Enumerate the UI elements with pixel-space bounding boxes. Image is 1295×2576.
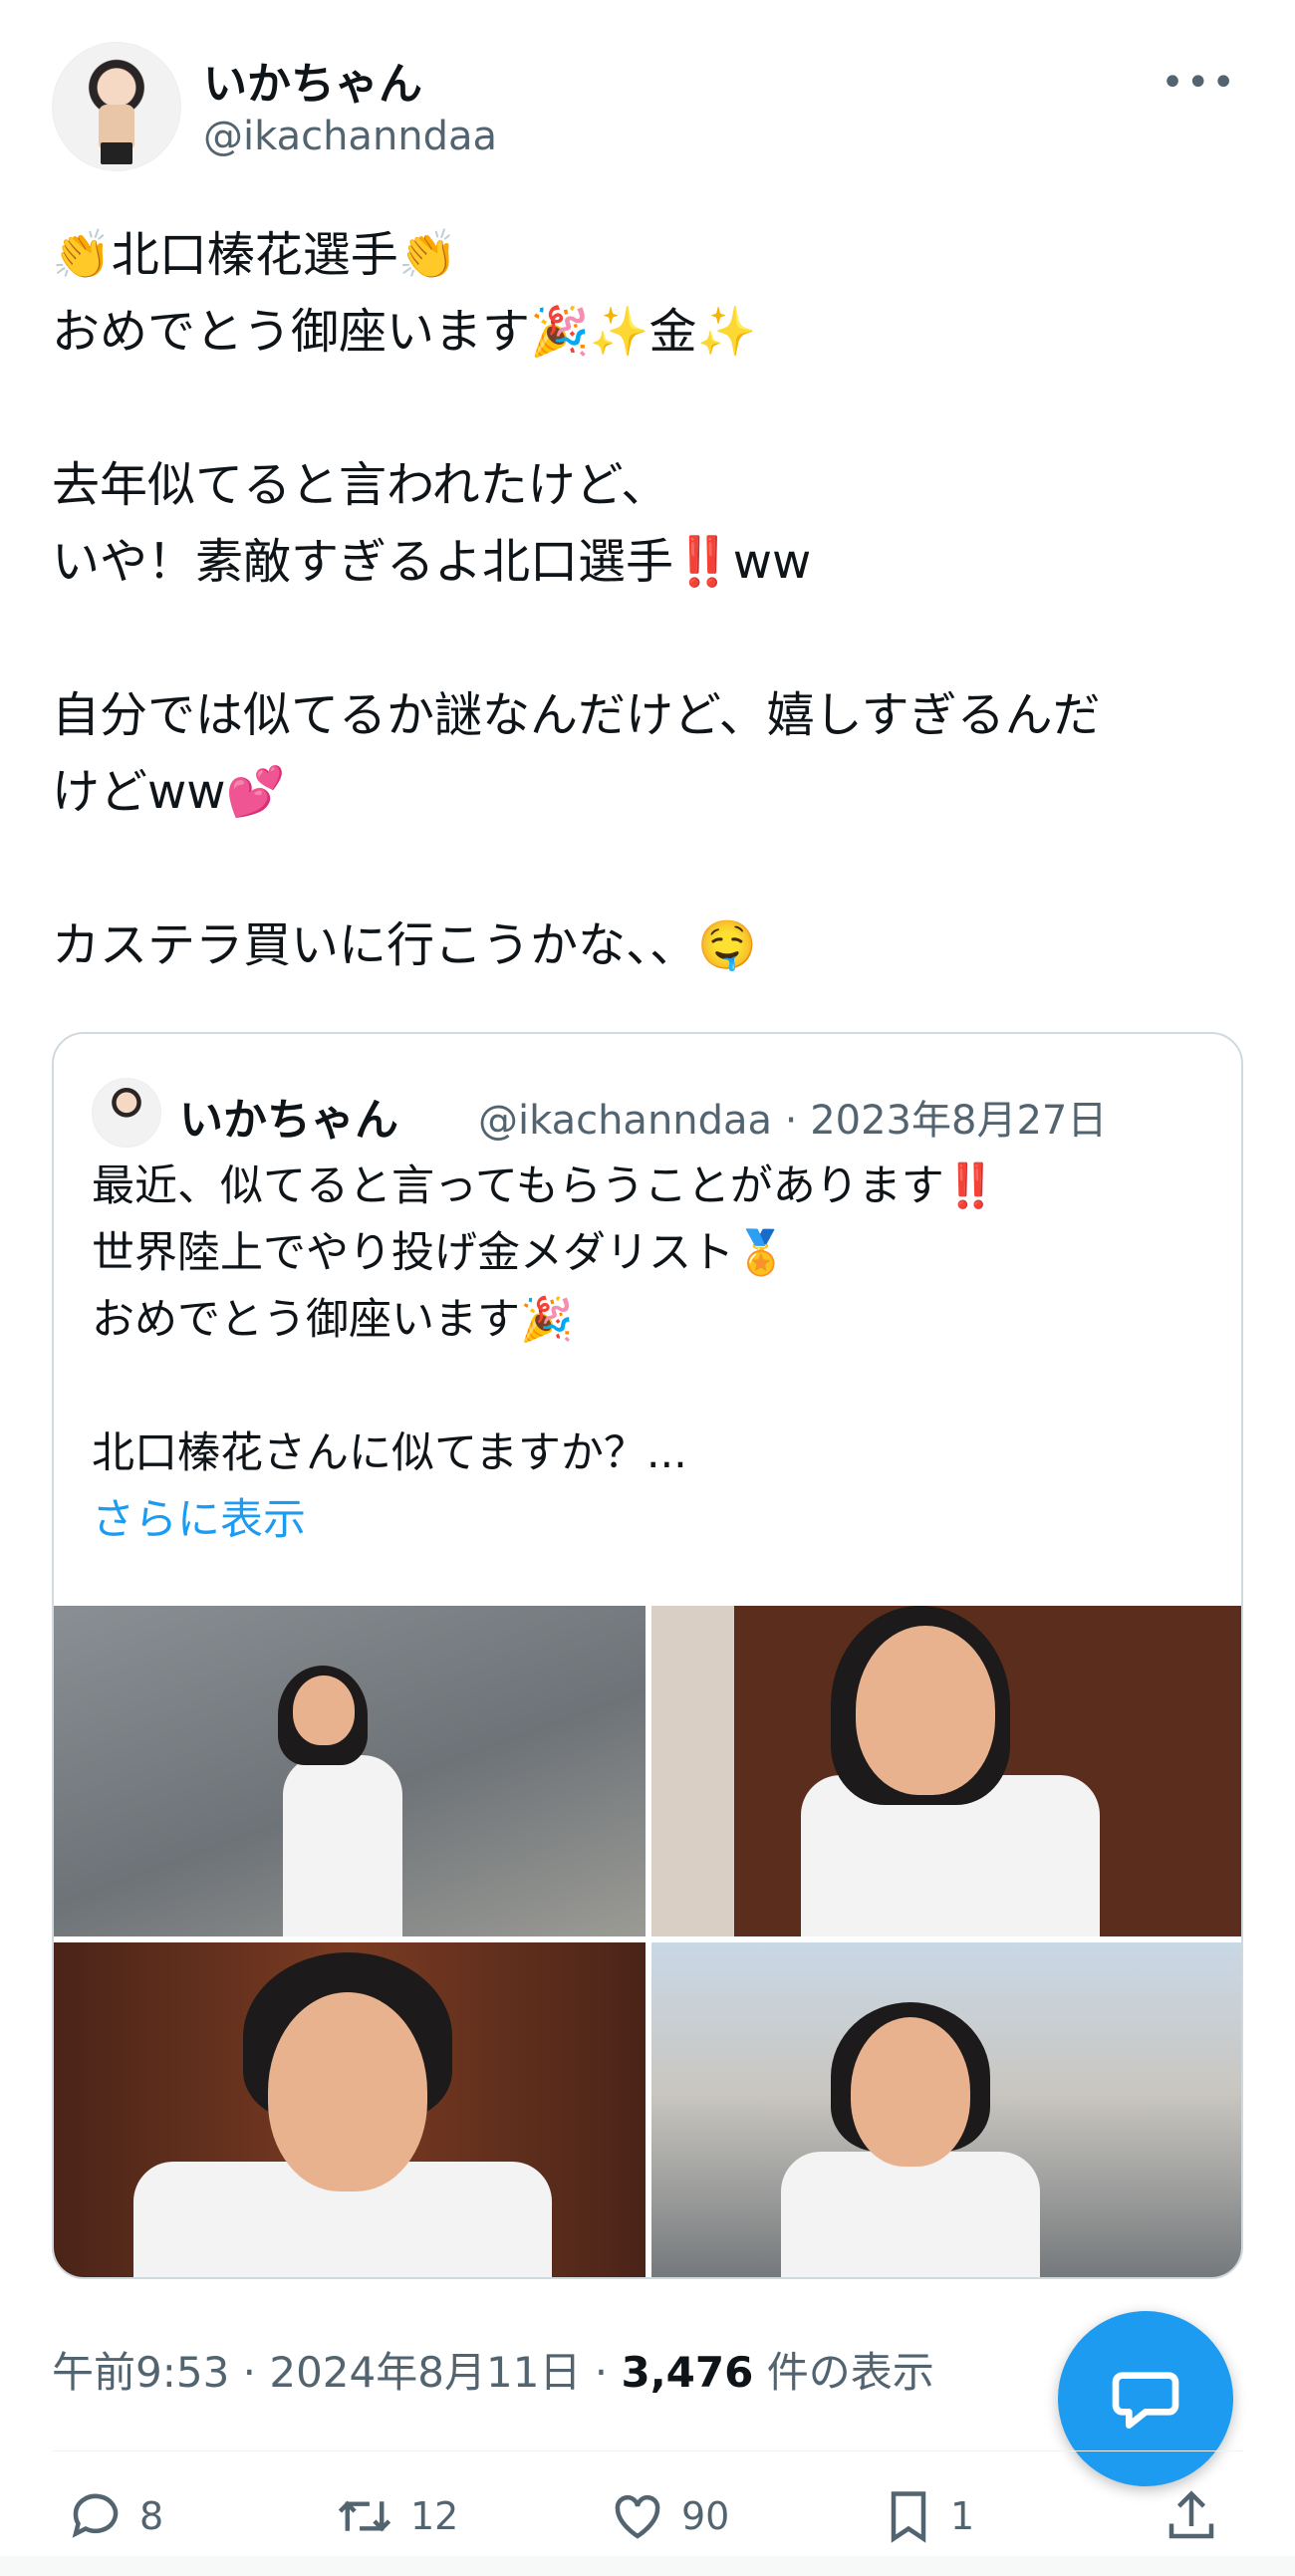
tweet-text: 👏北口榛花選手👏 おめでとう御座います🎉✨金✨ 去年似てると言われたけど、 いや… xyxy=(52,217,1247,984)
author-avatar[interactable] xyxy=(52,42,181,171)
divider xyxy=(52,2450,1243,2451)
tweet-line: けどww💕 xyxy=(52,764,286,820)
reply-icon xyxy=(72,2493,119,2538)
quoted-tweet[interactable]: いかちゃん @ikachanndaa · 2023年8月27日 最近、似てると言… xyxy=(52,1032,1243,2279)
show-more-link[interactable]: さらに表示 xyxy=(92,1487,1207,1554)
action-bar: 8 12 90 1 xyxy=(0,2476,1295,2556)
views-label: 件の表示 xyxy=(753,2348,934,2397)
tweet-line: おめでとう御座います🎉✨金✨ xyxy=(52,304,757,360)
tweet-line: 👏北口榛花選手👏 xyxy=(52,227,458,283)
quoted-line: 最近、似てると言ってもらうことがあります‼️ xyxy=(92,1161,998,1211)
bookmark-button[interactable]: 1 xyxy=(881,2476,974,2556)
bookmark-count: 1 xyxy=(950,2494,975,2538)
quoted-line xyxy=(92,1354,1207,1420)
more-horizontal-icon[interactable]: ••• xyxy=(1161,60,1237,106)
reply-bubble-icon xyxy=(1112,2372,1179,2429)
photo-4[interactable] xyxy=(651,1942,1241,2277)
tweet-line: いや！素敵すぎるよ北口選手‼️ww xyxy=(52,534,812,590)
views-count: 3,476 xyxy=(621,2348,754,2397)
heart-icon xyxy=(615,2495,660,2539)
bottom-edge xyxy=(0,2556,1295,2576)
tweet-line xyxy=(52,601,1247,677)
quoted-tweet-text: 最近、似てると言ってもらうことがあります‼️ 世界陸上でやり投げ金メダリスト🏅 … xyxy=(92,1154,1207,1554)
quoted-tweet-header: いかちゃん @ikachanndaa · 2023年8月27日 xyxy=(92,1078,1207,1148)
bookmark-icon xyxy=(891,2491,926,2543)
photo-3[interactable] xyxy=(54,1942,646,2277)
tweet-header: いかちゃん @ikachanndaa ••• xyxy=(52,42,1243,171)
reply-button[interactable]: 8 xyxy=(66,2476,163,2556)
share-icon xyxy=(1168,2490,1214,2539)
tweet-meta: 午前9:53 · 2024年8月11日 · 3,476 件の表示 xyxy=(52,2339,934,2400)
tweet-line xyxy=(52,371,1247,447)
quoted-line: 世界陸上でやり投げ金メダリスト🏅 xyxy=(92,1228,788,1278)
author-name[interactable]: いかちゃん xyxy=(203,48,422,112)
quoted-author-handle-date: @ikachanndaa · 2023年8月27日 xyxy=(478,1098,1108,1144)
author-handle[interactable]: @ikachanndaa xyxy=(203,114,497,159)
photo-2[interactable] xyxy=(651,1606,1241,1936)
share-button[interactable] xyxy=(1162,2476,1221,2556)
tweet-line: カステラ買いに行こうかな、、🤤 xyxy=(52,917,757,973)
retweet-button[interactable]: 12 xyxy=(333,2476,458,2556)
tweet-timestamp[interactable]: 午前9:53 · 2024年8月11日 · xyxy=(52,2348,621,2397)
quoted-author-avatar xyxy=(92,1078,161,1148)
quoted-line: 北口榛花さんに似てますか？... xyxy=(92,1428,687,1478)
tweet-line: 自分では似てるか謎なんだけど、嬉しすぎるんだ xyxy=(52,687,1101,743)
compose-reply-button[interactable] xyxy=(1058,2311,1233,2486)
retweet-count: 12 xyxy=(410,2494,459,2538)
quoted-author-name: いかちゃん xyxy=(179,1095,398,1146)
tweet-line xyxy=(52,831,1247,907)
like-button[interactable]: 90 xyxy=(608,2476,729,2556)
photo-grid xyxy=(54,1606,1241,2277)
quoted-line: おめでとう御座います🎉 xyxy=(92,1295,574,1345)
reply-count: 8 xyxy=(139,2494,164,2538)
photo-1[interactable] xyxy=(54,1606,646,1936)
tweet-line: 去年似てると言われたけど、 xyxy=(52,457,669,513)
like-count: 90 xyxy=(681,2494,730,2538)
retweet-icon xyxy=(338,2500,391,2532)
